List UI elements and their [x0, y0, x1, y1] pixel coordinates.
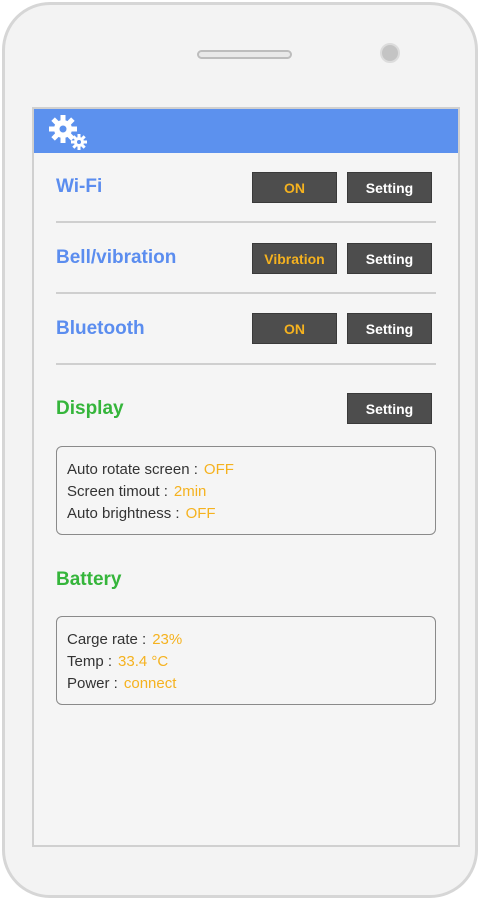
divider [56, 221, 436, 223]
auto-brightness-value: OFF [185, 505, 216, 522]
divider [56, 292, 436, 294]
battery-item-power: Power : connect [67, 675, 177, 692]
wifi-toggle-button[interactable]: ON [252, 172, 337, 203]
display-info-box: Auto rotate screen : OFF Screen timout :2… [56, 446, 436, 535]
bell-setting-button[interactable]: Setting [347, 243, 432, 274]
wifi-label: Wi-Fi [56, 176, 103, 197]
battery-label: Battery [56, 569, 122, 590]
phone-frame: Wi-Fi ON Setting Bell/vibration Vibratio… [2, 2, 478, 898]
bluetooth-setting-button[interactable]: Setting [347, 313, 432, 344]
temp-value: 33.4 °C [118, 653, 169, 670]
display-setting-button[interactable]: Setting [347, 393, 432, 424]
power-value: connect [123, 675, 177, 692]
battery-item-temp: Temp :33.4 °C [67, 653, 169, 670]
bell-label: Bell/vibration [56, 247, 177, 268]
app-screen: Wi-Fi ON Setting Bell/vibration Vibratio… [32, 107, 460, 847]
front-camera [380, 43, 400, 63]
bell-mode-button[interactable]: Vibration [252, 243, 337, 274]
battery-item-charge-rate: Carge rate :23% [67, 631, 183, 648]
charge-rate-value: 23% [152, 631, 183, 648]
display-label: Display [56, 398, 124, 419]
battery-info-box: Carge rate :23% Temp :33.4 °C Power : con… [56, 616, 436, 705]
display-item-screen-timeout: Screen timout :2min [67, 483, 207, 500]
auto-rotate-value: OFF [203, 461, 234, 478]
screen-timeout-value: 2min [173, 483, 207, 500]
bluetooth-label: Bluetooth [56, 318, 145, 339]
divider [56, 363, 436, 365]
gear-icon[interactable] [48, 114, 92, 152]
speaker-grille [197, 50, 292, 59]
wifi-setting-button[interactable]: Setting [347, 172, 432, 203]
display-item-auto-rotate: Auto rotate screen : OFF [67, 461, 234, 478]
header-bar [34, 109, 458, 153]
display-item-auto-brightness: Auto brightness : OFF [67, 505, 216, 522]
bluetooth-toggle-button[interactable]: ON [252, 313, 337, 344]
